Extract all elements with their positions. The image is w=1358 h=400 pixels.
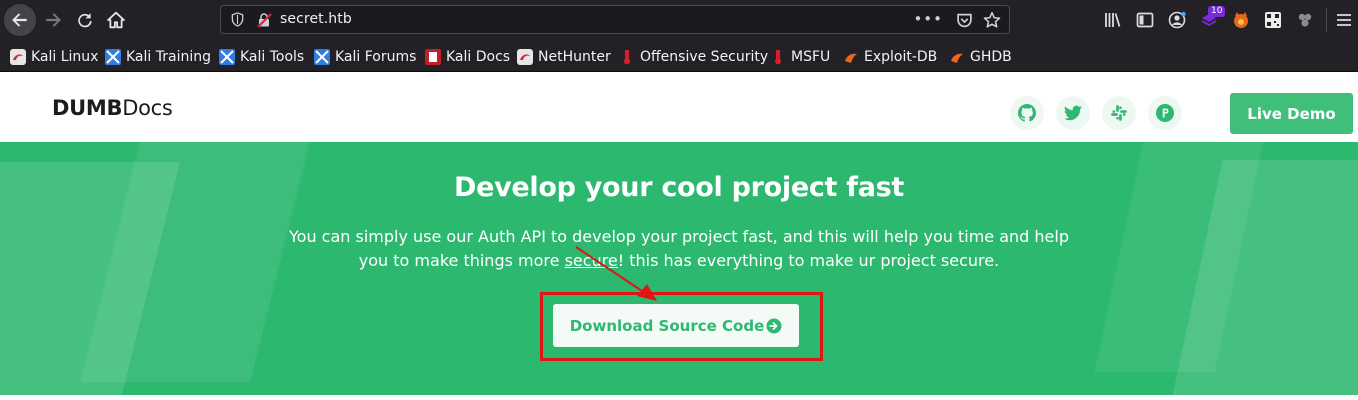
slack-link[interactable]: [1102, 96, 1136, 130]
pocket-icon[interactable]: [956, 12, 973, 29]
puzzle-extension-icon[interactable]: [1295, 10, 1315, 30]
menu-icon[interactable]: [1334, 10, 1354, 30]
ghdb-icon: [951, 53, 963, 63]
bookmark-exploit-db[interactable]: Exploit-DB: [843, 48, 937, 66]
github-icon: [1018, 104, 1036, 122]
kali-docs-icon: [425, 49, 441, 65]
browser-toolbar: secret.htb ••• 10: [0, 0, 1358, 40]
arrow-right-icon: [46, 13, 61, 27]
kali-tools-icon: [219, 49, 235, 65]
sidebar-icon[interactable]: [1135, 10, 1155, 30]
home-button[interactable]: [101, 5, 131, 35]
offsec-icon: [624, 50, 630, 65]
bookmark-kali-training[interactable]: Kali Training: [105, 48, 211, 66]
extension-badge: 10: [1208, 6, 1226, 17]
kali-dragon-icon: [10, 49, 26, 65]
hero-description: You can simply use our Auth API to devel…: [289, 227, 1069, 270]
live-demo-button[interactable]: Live Demo: [1230, 93, 1353, 134]
bookmark-ghdb[interactable]: GHDB: [949, 48, 1012, 66]
site-header: DUMBDocs: [0, 72, 1358, 142]
bookmarks-bar: Kali Linux Kali Training Kali Tools Kali…: [0, 40, 1358, 72]
toolbar-separator: [1326, 8, 1327, 32]
product-hunt-link[interactable]: [1148, 96, 1182, 130]
annotation-highlight-box: [540, 292, 823, 361]
fox-extension-icon[interactable]: [1231, 10, 1251, 30]
bookmark-offensive-security[interactable]: Offensive Security: [619, 48, 768, 66]
arrow-left-icon: [12, 13, 27, 27]
shield-icon[interactable]: [230, 12, 245, 27]
secure-link[interactable]: secure: [565, 251, 618, 270]
reload-button[interactable]: [70, 5, 100, 35]
github-link[interactable]: [1010, 96, 1044, 130]
bookmark-star-icon[interactable]: [983, 11, 1001, 29]
msfu-icon: [775, 50, 781, 65]
hero-title: Develop your cool project fast: [453, 172, 905, 203]
site-logo[interactable]: DUMBDocs: [52, 96, 173, 120]
bookmark-kali-forums[interactable]: Kali Forums: [314, 48, 416, 66]
library-icon[interactable]: [1103, 10, 1123, 30]
bookmark-kali-docs[interactable]: Kali Docs: [425, 48, 510, 66]
back-button[interactable]: [4, 4, 36, 36]
kali-forums-icon: [314, 49, 330, 65]
bookmark-kali-tools[interactable]: Kali Tools: [219, 48, 304, 66]
twitter-icon: [1064, 105, 1082, 121]
bookmark-msfu[interactable]: MSFU: [770, 48, 830, 66]
forward-button[interactable]: [38, 5, 68, 35]
twitter-link[interactable]: [1056, 96, 1090, 130]
home-icon: [107, 11, 125, 29]
account-icon[interactable]: [1167, 10, 1187, 30]
url-text[interactable]: secret.htb: [280, 11, 352, 27]
bookmark-kali-linux[interactable]: Kali Linux: [10, 48, 98, 66]
nethunter-icon: [517, 49, 533, 65]
slack-icon: [1111, 105, 1127, 121]
qr-code-icon[interactable]: [1263, 10, 1283, 30]
product-hunt-icon: [1156, 104, 1174, 122]
bookmark-nethunter[interactable]: NetHunter: [517, 48, 611, 66]
url-bar[interactable]: secret.htb •••: [220, 5, 1010, 34]
reload-icon: [78, 13, 92, 28]
kali-training-icon: [105, 49, 121, 65]
exploit-db-icon: [845, 53, 857, 63]
insecure-slash-icon: [257, 13, 272, 28]
page-actions-icon[interactable]: •••: [913, 10, 943, 28]
